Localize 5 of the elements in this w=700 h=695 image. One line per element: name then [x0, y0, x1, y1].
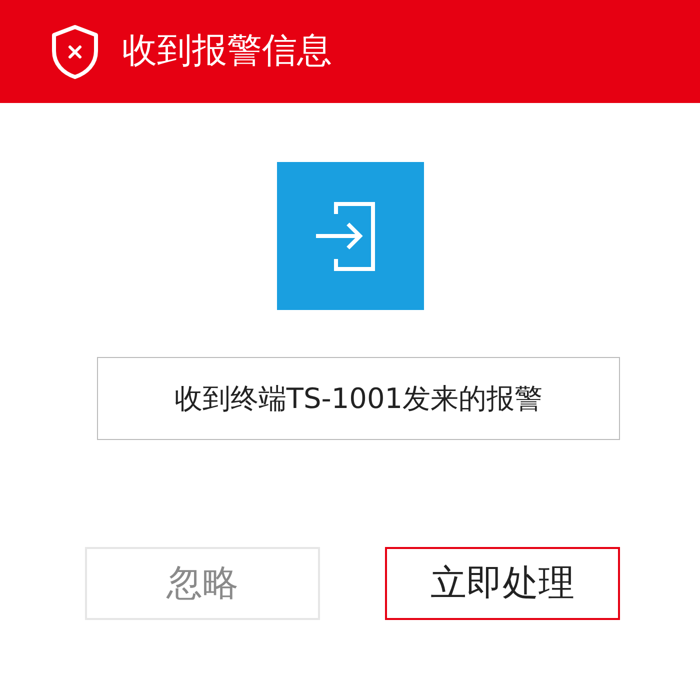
window-title: 收到报警信息: [122, 30, 332, 74]
shield-alert-icon: [50, 24, 100, 80]
handle-now-button[interactable]: 立即处理: [385, 547, 620, 620]
alarm-message: 收到终端TS-1001发来的报警: [97, 357, 620, 440]
login-icon: [276, 162, 424, 310]
